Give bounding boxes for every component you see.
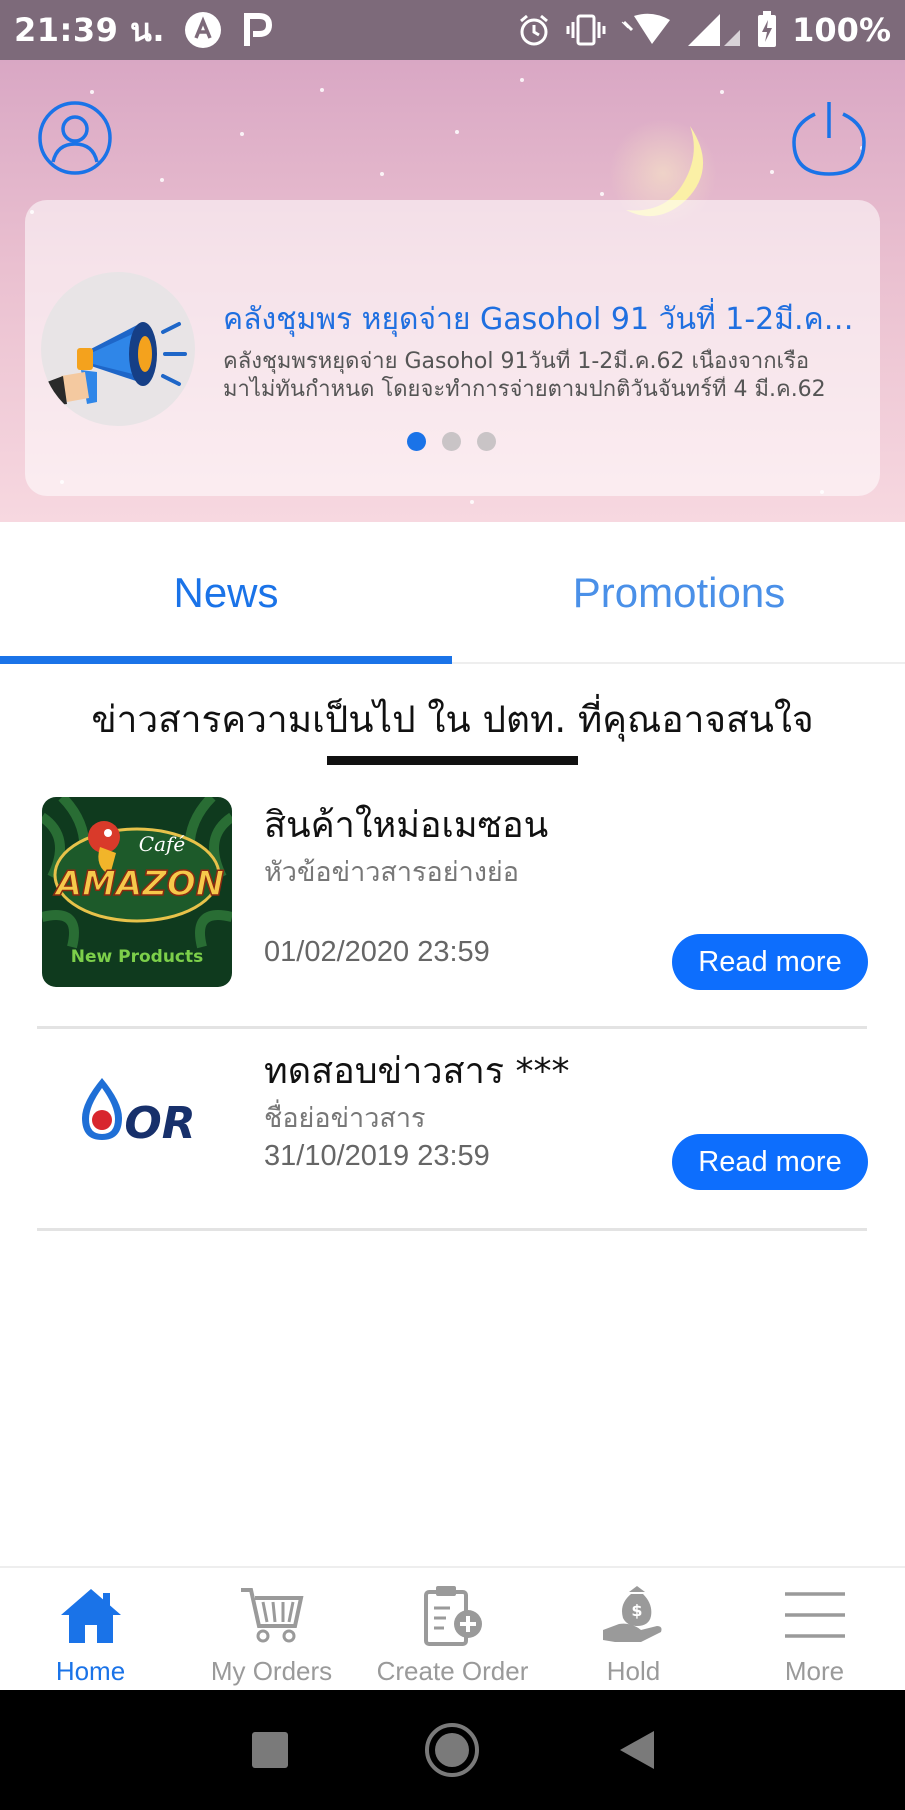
carousel-dot[interactable] [442,432,461,451]
tab-news[interactable]: News [0,522,452,664]
carousel-dot[interactable] [477,432,496,451]
nav-create-order[interactable]: Create Order [362,1568,543,1690]
news-date: 01/02/2020 23:59 [264,936,490,968]
money-bag-hand-icon: $ [601,1580,667,1650]
nav-more[interactable]: More [724,1568,905,1690]
back-button[interactable] [606,1690,666,1810]
back-triangle-icon [620,1731,654,1769]
battery-charging-icon [756,11,778,49]
section-heading-underline [327,756,578,765]
vibrate-icon [566,12,606,48]
news-thumbnail: OR [42,1030,232,1220]
thumb-logo-cafe: Café [139,832,186,856]
carousel-dots [407,432,496,451]
cart-icon [239,1580,305,1650]
nav-home[interactable]: Home [0,1568,181,1690]
user-circle-icon [38,101,112,175]
nav-label: My Orders [210,1656,333,1686]
list-divider [37,1026,867,1029]
banner-description: คลังชุมพรหยุดจ่าย Gasohol 91วันที่ 1-2มี… [223,348,863,404]
tab-bar: News Promotions [0,522,905,664]
banner-title: คลังชุมพร หยุดจ่าย Gasohol 91 วันที่ 1-2… [223,302,863,337]
news-subtitle: ชื่อย่อข่าวสาร [264,1103,426,1134]
news-subtitle: หัวข้อข่าวสารอย่างย่อ [264,857,519,888]
circle-icon [425,1723,479,1777]
header-hero: คลังชุมพร หยุดจ่าย Gasohol 91 วันที่ 1-2… [0,60,905,522]
p-app-icon [241,10,275,50]
battery-level: 100% [792,11,891,49]
banner-description-line: มาไม่ทันกำหนด โดยจะทำการจ่ายตามปกติวันจั… [223,377,826,402]
news-title: ทดสอบข่าวสาร *** [264,1051,570,1092]
active-tab-indicator [0,656,452,664]
home-icon [59,1580,123,1650]
cell-signal-icon [686,12,742,48]
vpn-icon [183,10,223,50]
read-more-button[interactable]: Read more [672,1134,868,1190]
news-date: 31/10/2019 23:59 [264,1140,490,1172]
thumb-logo-amazon: AMAZON [53,864,224,904]
alarm-icon [516,12,552,48]
svg-text:$: $ [631,1601,642,1620]
nav-label: More [784,1656,845,1686]
square-icon [252,1732,288,1768]
news-thumbnail: Café AMAZON New Products [42,797,232,987]
news-list-item[interactable]: Café AMAZON New Products สินค้าใหม่อเมซอ… [37,790,868,1028]
clipboard-plus-icon [420,1580,486,1650]
news-title: สินค้าใหม่อเมซอน [264,805,549,846]
logout-button[interactable] [790,98,866,176]
section-heading: ข่าวสารความเป็นไป ใน ปตท. ที่คุณอาจสนใจ [91,698,814,741]
system-navigation-bar [0,1690,905,1810]
status-bar: 21:39 น. 100% [0,0,905,60]
nav-label: Create Order [376,1656,529,1686]
status-time: 21:39 น. [14,10,166,49]
nav-label: Home [55,1656,126,1686]
tab-promotions[interactable]: Promotions [453,522,905,664]
nav-my-orders[interactable]: My Orders [181,1568,362,1690]
home-system-button[interactable] [420,1690,484,1810]
megaphone-icon [41,272,195,426]
bottom-navigation: Home My Orders Create Order $ Hold More [0,1566,905,1690]
menu-icon [783,1580,847,1650]
read-more-button[interactable]: Read more [672,934,868,990]
power-icon [792,102,866,176]
news-banner-card[interactable]: คลังชุมพร หยุดจ่าย Gasohol 91 วันที่ 1-2… [25,200,880,496]
carousel-dot-active[interactable] [407,432,426,451]
nav-label: Hold [606,1656,661,1686]
news-list-item[interactable]: OR ทดสอบข่าวสาร *** ชื่อย่อข่าวสาร 31/10… [37,1030,868,1230]
wifi-icon [620,12,672,48]
recents-button[interactable] [240,1690,300,1810]
thumb-logo-or: OR [124,1098,195,1149]
banner-description-line: คลังชุมพรหยุดจ่าย Gasohol 91วันที่ 1-2มี… [223,349,810,374]
profile-button[interactable] [37,100,113,176]
nav-hold[interactable]: $ Hold [543,1568,724,1690]
list-divider [37,1228,867,1231]
thumb-caption: New Products [71,947,204,967]
